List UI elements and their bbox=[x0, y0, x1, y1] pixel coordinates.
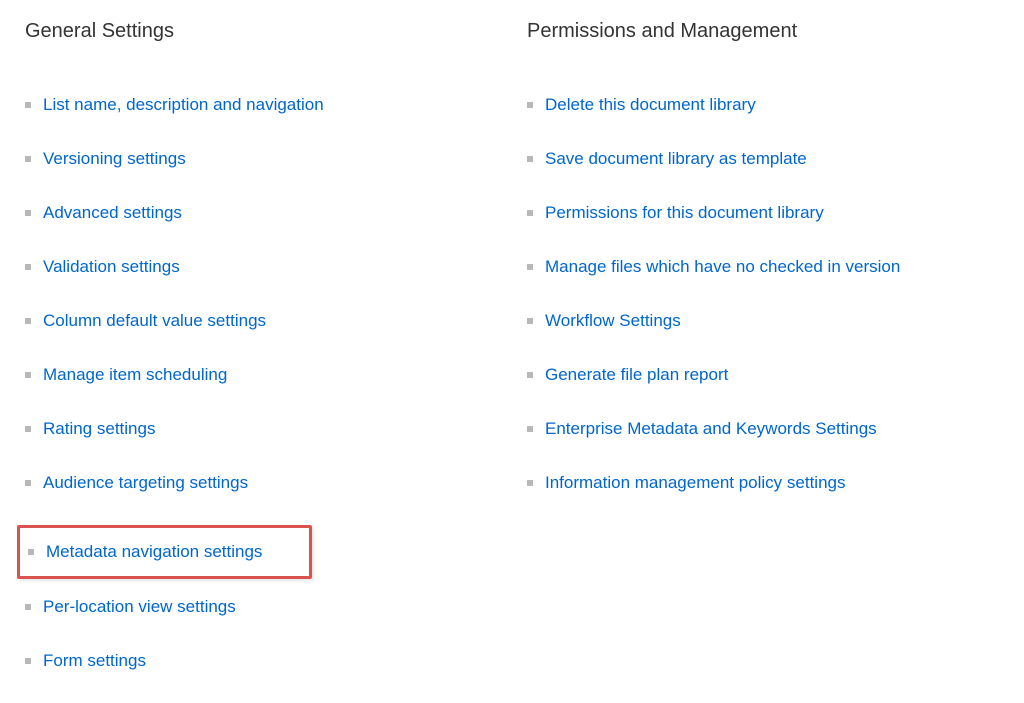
bullet-icon bbox=[25, 658, 31, 664]
list-item: Information management policy settings bbox=[527, 471, 999, 495]
bullet-icon bbox=[527, 426, 533, 432]
list-item: Validation settings bbox=[25, 255, 497, 279]
validation-settings-link[interactable]: Validation settings bbox=[43, 257, 180, 277]
bullet-icon bbox=[527, 318, 533, 324]
list-item: Permissions for this document library bbox=[527, 201, 999, 225]
per-location-view-link[interactable]: Per-location view settings bbox=[43, 597, 236, 617]
list-item: Delete this document library bbox=[527, 93, 999, 117]
list-item: Versioning settings bbox=[25, 147, 497, 171]
list-item: Manage item scheduling bbox=[25, 363, 497, 387]
list-item: Generate file plan report bbox=[527, 363, 999, 387]
bullet-icon bbox=[527, 156, 533, 162]
workflow-settings-link[interactable]: Workflow Settings bbox=[545, 311, 681, 331]
list-item: Manage files which have no checked in ve… bbox=[527, 255, 999, 279]
permissions-list: Delete this document library Save docume… bbox=[527, 93, 999, 495]
column-default-value-link[interactable]: Column default value settings bbox=[43, 311, 266, 331]
list-item: Form settings bbox=[25, 649, 497, 673]
list-item-highlighted: Metadata navigation settings bbox=[17, 525, 312, 579]
bullet-icon bbox=[527, 480, 533, 486]
info-management-policy-link[interactable]: Information management policy settings bbox=[545, 473, 846, 493]
manage-item-scheduling-link[interactable]: Manage item scheduling bbox=[43, 365, 227, 385]
list-item: List name, description and navigation bbox=[25, 93, 497, 117]
bullet-icon bbox=[25, 264, 31, 270]
bullet-icon bbox=[527, 264, 533, 270]
bullet-icon bbox=[25, 480, 31, 486]
general-settings-heading: General Settings bbox=[25, 20, 497, 43]
enterprise-metadata-link[interactable]: Enterprise Metadata and Keywords Setting… bbox=[545, 419, 877, 439]
rating-settings-link[interactable]: Rating settings bbox=[43, 419, 155, 439]
permissions-library-link[interactable]: Permissions for this document library bbox=[545, 203, 824, 223]
bullet-icon bbox=[527, 210, 533, 216]
audience-targeting-link[interactable]: Audience targeting settings bbox=[43, 473, 248, 493]
metadata-navigation-link[interactable]: Metadata navigation settings bbox=[46, 542, 262, 562]
bullet-icon bbox=[25, 604, 31, 610]
bullet-icon bbox=[25, 156, 31, 162]
list-name-description-link[interactable]: List name, description and navigation bbox=[43, 95, 324, 115]
manage-checked-out-files-link[interactable]: Manage files which have no checked in ve… bbox=[545, 257, 900, 277]
advanced-settings-link[interactable]: Advanced settings bbox=[43, 203, 182, 223]
list-item: Advanced settings bbox=[25, 201, 497, 225]
list-item: Workflow Settings bbox=[527, 309, 999, 333]
form-settings-link[interactable]: Form settings bbox=[43, 651, 146, 671]
bullet-icon bbox=[527, 372, 533, 378]
generate-file-plan-link[interactable]: Generate file plan report bbox=[545, 365, 728, 385]
list-item: Rating settings bbox=[25, 417, 497, 441]
bullet-icon bbox=[28, 549, 34, 555]
list-item: Save document library as template bbox=[527, 147, 999, 171]
versioning-settings-link[interactable]: Versioning settings bbox=[43, 149, 186, 169]
list-item: Enterprise Metadata and Keywords Setting… bbox=[527, 417, 999, 441]
general-settings-column: General Settings List name, description … bbox=[25, 20, 497, 703]
save-as-template-link[interactable]: Save document library as template bbox=[545, 149, 807, 169]
bullet-icon bbox=[25, 210, 31, 216]
bullet-icon bbox=[25, 318, 31, 324]
general-settings-list: List name, description and navigation Ve… bbox=[25, 93, 497, 673]
bullet-icon bbox=[25, 426, 31, 432]
bullet-icon bbox=[527, 102, 533, 108]
permissions-heading: Permissions and Management bbox=[527, 20, 999, 43]
permissions-column: Permissions and Management Delete this d… bbox=[527, 20, 999, 703]
bullet-icon bbox=[25, 372, 31, 378]
bullet-icon bbox=[25, 102, 31, 108]
list-item: Column default value settings bbox=[25, 309, 497, 333]
list-item: Audience targeting settings bbox=[25, 471, 497, 495]
delete-library-link[interactable]: Delete this document library bbox=[545, 95, 756, 115]
list-item: Per-location view settings bbox=[25, 595, 497, 619]
